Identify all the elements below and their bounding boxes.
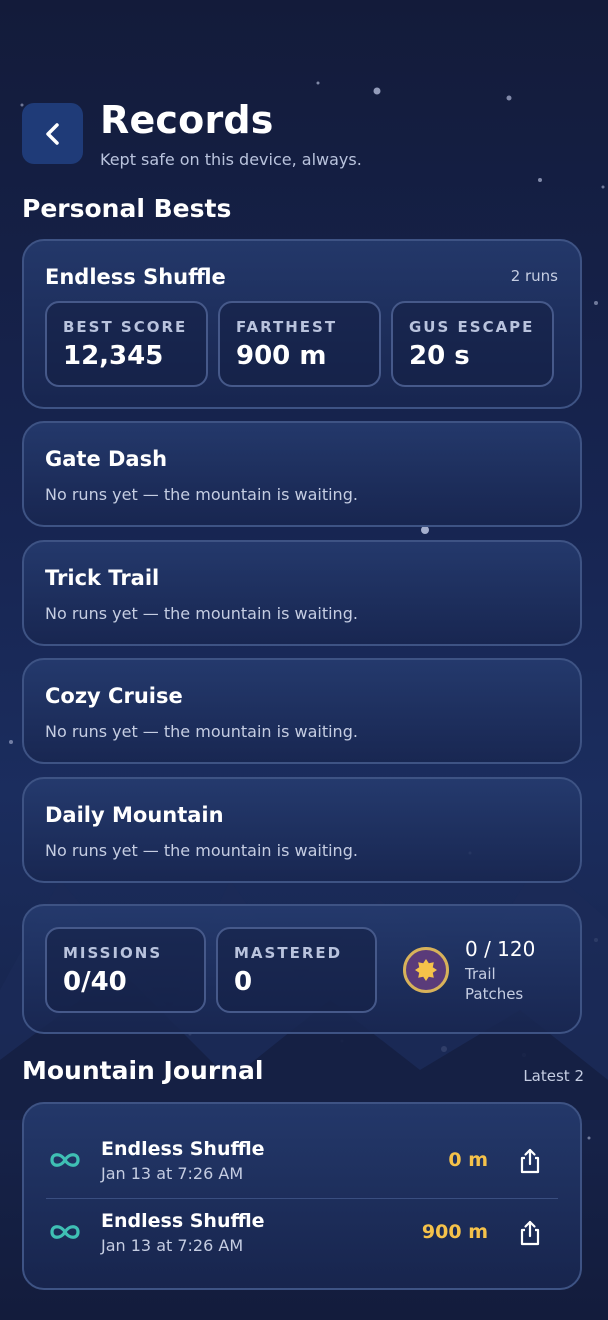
share-icon[interactable] (518, 1219, 542, 1247)
stat-farthest: FARTHEST 900 m (218, 301, 381, 387)
patch-count: 0 / 120 (465, 937, 536, 961)
stat-value: 0 (234, 967, 253, 997)
journal-card: Endless Shuffle Jan 13 at 7:26 AM 0 m En… (22, 1102, 582, 1290)
page-subtitle: Kept safe on this device, always. (100, 150, 362, 169)
journal-entry-date: Jan 13 at 7:26 AM (101, 1236, 244, 1255)
patch-label-line1: Trail (465, 965, 496, 983)
patch-label-line2: Patches (465, 985, 524, 1003)
card-title: Daily Mountain (45, 803, 224, 827)
share-icon[interactable] (518, 1147, 542, 1175)
journal-entry[interactable]: Endless Shuffle Jan 13 at 7:26 AM 900 m (24, 1198, 580, 1270)
stat-label: BEST SCORE (63, 318, 188, 336)
mode-card-gate-dash[interactable]: Gate Dash No runs yet — the mountain is … (22, 421, 582, 527)
run-count: 2 runs (510, 267, 558, 285)
badge-icon (415, 959, 437, 981)
journal-heading: Mountain Journal (22, 1056, 264, 1085)
journal-entry-mode: Endless Shuffle (101, 1210, 265, 1232)
infinity-icon (50, 1153, 80, 1167)
stat-label: MASTERED (234, 944, 343, 962)
trail-patch-badge-icon (403, 947, 449, 993)
stat-value: 12,345 (63, 341, 164, 371)
card-title: Endless Shuffle (45, 265, 226, 289)
endless-shuffle-card[interactable]: Endless Shuffle 2 runs BEST SCORE 12,345… (22, 239, 582, 409)
journal-entry-distance: 900 m (421, 1221, 488, 1243)
mode-card-cozy-cruise[interactable]: Cozy Cruise No runs yet — the mountain i… (22, 658, 582, 764)
card-title: Trick Trail (45, 566, 160, 590)
progress-card: MISSIONS 0/40 MASTERED 0 0 / 120 Trail P… (22, 904, 582, 1034)
mode-card-daily-mountain[interactable]: Daily Mountain No runs yet — the mountai… (22, 777, 582, 883)
stat-missions[interactable]: MISSIONS 0/40 (45, 927, 206, 1013)
card-status: No runs yet — the mountain is waiting. (45, 841, 358, 860)
card-status: No runs yet — the mountain is waiting. (45, 604, 358, 623)
journal-entry-mode: Endless Shuffle (101, 1138, 265, 1160)
card-status: No runs yet — the mountain is waiting. (45, 722, 358, 741)
stat-value: 20 s (409, 341, 470, 371)
stat-label: FARTHEST (236, 318, 338, 336)
journal-entry[interactable]: Endless Shuffle Jan 13 at 7:26 AM 0 m (24, 1126, 580, 1198)
stat-label: GUS ESCAPE (409, 318, 535, 336)
stat-gus-escape: GUS ESCAPE 20 s (391, 301, 554, 387)
stat-label: MISSIONS (63, 944, 163, 962)
journal-entry-date: Jan 13 at 7:26 AM (101, 1164, 244, 1183)
mode-card-trick-trail[interactable]: Trick Trail No runs yet — the mountain i… (22, 540, 582, 646)
page-title: Records (100, 98, 274, 142)
card-title: Cozy Cruise (45, 684, 183, 708)
stat-value: 0/40 (63, 967, 127, 997)
journal-entry-distance: 0 m (448, 1149, 488, 1171)
journal-latest-label: Latest 2 (523, 1067, 584, 1085)
stat-best-score: BEST SCORE 12,345 (45, 301, 208, 387)
card-status: No runs yet — the mountain is waiting. (45, 485, 358, 504)
back-button[interactable] (22, 103, 83, 164)
chevron-left-icon (45, 122, 59, 145)
card-title: Gate Dash (45, 447, 168, 471)
stat-value: 900 m (236, 341, 327, 371)
stat-mastered[interactable]: MASTERED 0 (216, 927, 377, 1013)
infinity-icon (50, 1225, 80, 1239)
personal-bests-heading: Personal Bests (22, 194, 232, 223)
